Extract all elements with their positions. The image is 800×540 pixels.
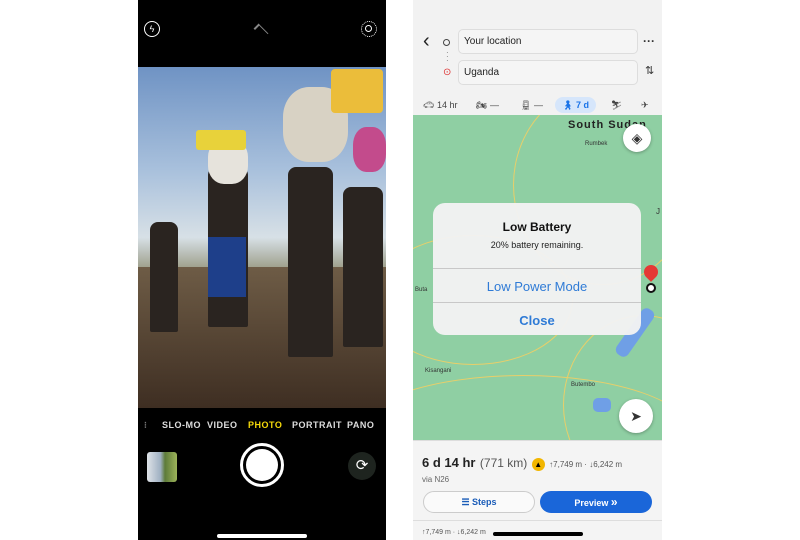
home-indicator: [493, 532, 583, 536]
route-elevation: ↑7,749 m · ↓6,242 m: [549, 460, 623, 469]
flash-icon[interactable]: ϟ: [144, 21, 160, 37]
mode-flight-icon[interactable]: ✈︎: [641, 97, 649, 113]
shutter-button[interactable]: [240, 443, 284, 487]
camera-mode-selector[interactable]: ⁝ SLO-MO VIDEO PHOTO PORTRAIT PANO: [138, 420, 386, 434]
steps-button[interactable]: ☰ Steps: [423, 491, 535, 513]
mode-transit[interactable]: 🚆︎ —: [520, 97, 543, 113]
origin-input[interactable]: Your location: [458, 29, 638, 54]
destination-pin-icon: ⊙: [443, 67, 452, 78]
mode-pano[interactable]: PANO: [347, 420, 374, 430]
alert-title: Low Battery: [502, 220, 572, 234]
close-button[interactable]: Close: [433, 313, 641, 328]
warning-icon: ▲: [531, 458, 545, 471]
more-options-icon[interactable]: ···: [643, 34, 655, 48]
back-icon[interactable]: ‹: [423, 30, 430, 53]
route-summary-panel: 6 d 14 hr (771 km) ▲ ↑7,749 m · ↓6,242 m…: [413, 440, 662, 540]
route-distance: (771 km): [479, 456, 528, 470]
chevron-up-icon[interactable]: [253, 23, 269, 39]
layers-icon[interactable]: ◈: [623, 124, 651, 152]
route-dots-icon: · · ·: [446, 48, 449, 65]
maps-app: ‹ · · · ⊙ Your location Uganda ··· ⇅ 🚗︎ 14…: [413, 0, 662, 540]
route-elevation-secondary: ↑7,749 m · ↓6,242 m: [422, 529, 486, 536]
mode-car[interactable]: 🚗︎ 14 hr: [423, 97, 457, 113]
list-icon: ☰: [461, 497, 470, 507]
viewfinder[interactable]: [138, 67, 386, 408]
destination-input[interactable]: Uganda: [458, 60, 638, 85]
live-photo-icon[interactable]: [361, 21, 377, 37]
mode-video[interactable]: VIDEO: [207, 420, 238, 430]
preview-button[interactable]: Preview »: [540, 491, 652, 513]
transit-icon: 🚆︎: [520, 100, 532, 110]
motorcycle-icon: 🏍︎: [476, 100, 488, 110]
current-location-icon: [646, 283, 656, 293]
camera-app: ϟ ⁝ SLO-MO VIDEO PHOTO PORTRAIT PANO ⟳: [138, 0, 386, 540]
swap-icon[interactable]: ⇅: [645, 64, 654, 77]
mode-slo-mo[interactable]: SLO-MO: [162, 420, 201, 430]
mode-ride-icon[interactable]: ⛷︎: [611, 97, 622, 113]
low-power-mode-button[interactable]: Low Power Mode: [433, 279, 641, 294]
alert-message: 20% battery remaining.: [490, 240, 584, 250]
camera-flip-icon[interactable]: ⟳: [348, 452, 376, 480]
origin-dot-icon: [443, 39, 450, 46]
recenter-icon[interactable]: ➤: [619, 399, 653, 433]
mode-portrait[interactable]: PORTRAIT: [292, 420, 342, 430]
mode-photo[interactable]: PHOTO: [248, 420, 282, 430]
home-indicator: [217, 534, 307, 538]
walk-icon: 🚶︎: [562, 100, 574, 110]
route-duration: 6 d 14 hr: [422, 455, 476, 470]
mode-walk[interactable]: 🚶︎ 7 d: [555, 97, 596, 113]
car-icon: 🚗︎: [423, 100, 435, 110]
low-battery-alert: Low Battery 20% battery remaining. Low P…: [433, 203, 641, 335]
mode-motorcycle[interactable]: 🏍︎ —: [476, 97, 499, 113]
last-photo-thumbnail[interactable]: [147, 452, 177, 482]
double-chevron-icon: »: [610, 495, 618, 509]
route-via: via N26: [422, 475, 450, 484]
